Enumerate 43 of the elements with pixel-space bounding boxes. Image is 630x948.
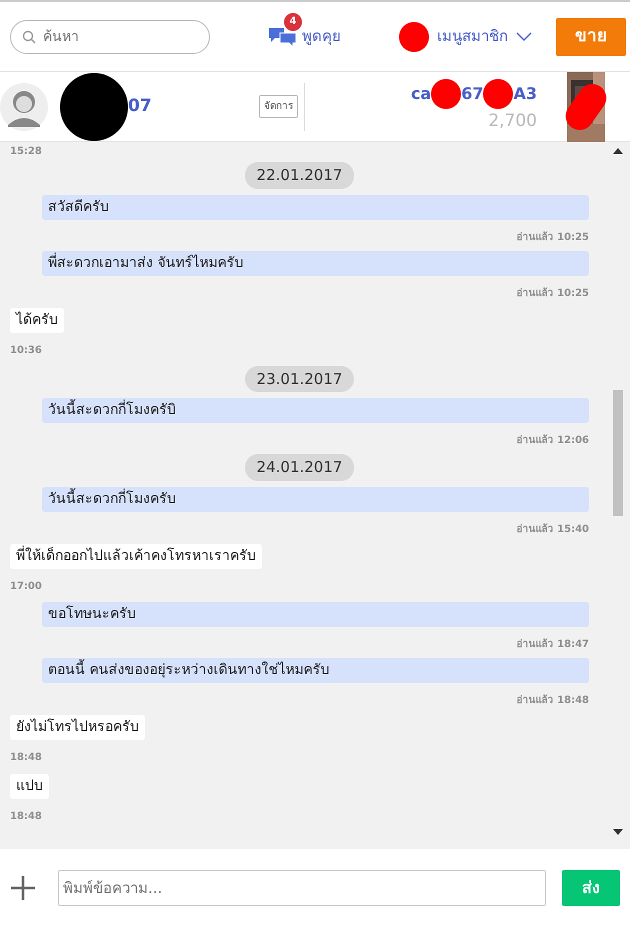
read-status: อ่านแล้ว 12:06 [516, 435, 589, 446]
scroll-up-arrow[interactable] [613, 148, 623, 154]
search-field[interactable]: ค้นหา [10, 20, 210, 54]
read-status: อ่านแล้ว 10:25 [516, 232, 589, 242]
product-price: 2,700 [488, 110, 537, 133]
redaction-mark [431, 78, 462, 109]
sent-message: วันนี้สะดวกกี่โมงครับ [42, 486, 589, 512]
read-status: อ่านแล้ว 10:25 [516, 288, 589, 298]
sent-message: สวัสดีครับ [42, 194, 589, 220]
scrollbar-thumb[interactable] [613, 390, 623, 516]
sent-message: วันนี้สะดวกกี่โมงครับิ [42, 398, 589, 423]
chevron-down-icon [516, 32, 532, 42]
message-time: 18:48 [10, 810, 42, 822]
received-message: แปบ [10, 774, 49, 798]
received-message: ได้ครับ [10, 308, 64, 332]
manage-button[interactable]: จัดการ [259, 95, 298, 118]
date-separator: 24.01.2017 [244, 454, 354, 480]
message-time: 15:28 [10, 146, 43, 158]
received-message: ยังไม่โทรไปหรอครับ [10, 714, 145, 740]
date-separator: 22.01.2017 [244, 162, 354, 188]
avatar-icon [0, 82, 48, 130]
read-status: อ่านแล้ว 18:47 [516, 638, 589, 650]
message-time: 10:36 [10, 344, 42, 356]
redaction-mark [483, 78, 514, 109]
redaction-mark [399, 22, 429, 52]
received-message: พี่ให้เด็กออกไปแล้วเค้าคงโทรหาเราครับ [10, 544, 262, 568]
count-badge: 4 [284, 12, 302, 30]
scroll-down-arrow[interactable] [613, 829, 623, 835]
sent-message: พี่สะดวกเอามาส่ง จันทร์ไหมครับ [42, 250, 589, 276]
read-status: อ่านแล้ว 15:40 [516, 524, 589, 534]
member-menu[interactable]: เมนูสมาชิก [437, 25, 532, 48]
product-title[interactable]: ca [410, 82, 432, 106]
sent-message: ตอนนี้ คนส่งของอยุ่ระหว่างเดินทางใช่ไหมครับ [42, 658, 589, 682]
date-separator: 23.01.2017 [244, 366, 354, 392]
sent-message: ขอโทษนะครับ [42, 602, 589, 626]
message-input[interactable]: พิมพ์ข้อความ... [58, 870, 546, 906]
message-time: 17:00 [10, 580, 42, 592]
message-time: 18:48 [10, 752, 42, 762]
user-name[interactable]: 07 [128, 94, 152, 120]
product-title[interactable]: A3 [513, 82, 537, 106]
add-icon[interactable] [10, 875, 36, 901]
read-status: อ่านแล้ว 18:48 [516, 694, 589, 706]
product-title[interactable]: 67 [461, 82, 484, 106]
